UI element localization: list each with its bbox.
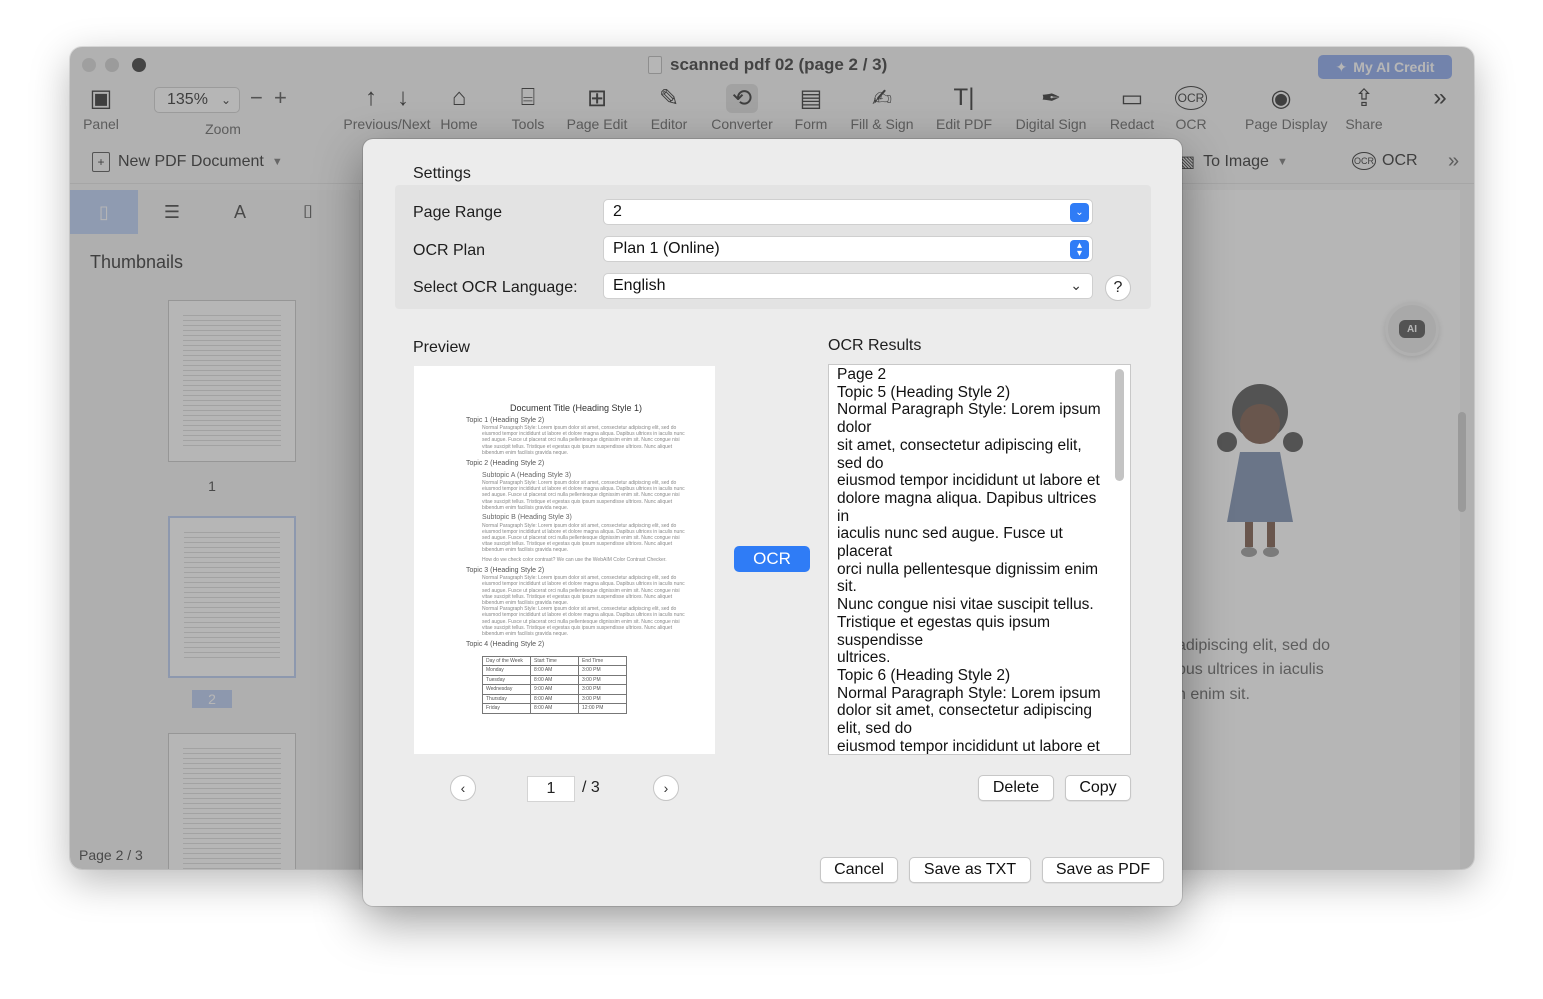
- chevron-down-icon: ⌄: [1070, 277, 1082, 293]
- results-scrollbar[interactable]: [1115, 369, 1124, 481]
- preview-subheading: Subtopic A (Heading Style 3): [482, 471, 572, 479]
- preview-subheading: Subtopic B (Heading Style 3): [482, 514, 572, 522]
- copy-button[interactable]: Copy: [1065, 775, 1131, 801]
- preview-paragraph: Normal Paragraph Style: Lorem ipsum dolo…: [482, 606, 685, 638]
- preview-paragraph: Normal Paragraph Style: Lorem ipsum dolo…: [482, 522, 685, 554]
- ocr-dialog: Settings Page Range 2 ⌄ OCR Plan Plan 1 …: [363, 139, 1182, 906]
- run-ocr-button[interactable]: OCR: [734, 546, 810, 572]
- table-cell: Wednesday: [482, 684, 531, 695]
- table-cell: 3:00 PM: [578, 693, 627, 705]
- table-cell: End Time: [578, 655, 627, 667]
- ocr-results-title: OCR Results: [828, 337, 922, 354]
- table-cell: Friday: [482, 703, 531, 714]
- preview-paragraph: Normal Paragraph Style: Lorem ipsum dolo…: [482, 575, 685, 607]
- page-range-label: Page Range: [413, 204, 502, 221]
- ocr-plan-label: OCR Plan: [413, 242, 486, 259]
- table-cell: 3:00 PM: [578, 684, 627, 695]
- table-cell: 8:00 AM: [530, 665, 579, 676]
- save-as-pdf-button[interactable]: Save as PDF: [1042, 857, 1164, 883]
- preview-paragraph: How do we check color contrast? We can u…: [482, 556, 667, 563]
- table-cell: 8:00 AM: [530, 693, 579, 705]
- table-cell: 12:00 PM: [578, 703, 627, 714]
- next-page-button[interactable]: ›: [653, 775, 679, 801]
- preview-heading: Topic 3 (Heading Style 2): [466, 566, 545, 574]
- preview-pane: Document Title (Heading Style 1) Topic 1…: [414, 366, 715, 754]
- ocr-plan-select[interactable]: Plan 1 (Online) ▴ ▾: [603, 236, 1093, 262]
- table-cell: 3:00 PM: [578, 674, 627, 686]
- chevron-right-icon: ›: [663, 780, 669, 796]
- table-cell: 8:00 AM: [530, 703, 579, 714]
- preview-paragraph: Normal Paragraph Style: Lorem ipsum dolo…: [482, 425, 685, 456]
- preview-heading: Topic 2 (Heading Style 2): [466, 460, 545, 468]
- table-cell: Start Time: [530, 655, 579, 667]
- preview-heading: Topic 4 (Heading Style 2): [466, 641, 545, 649]
- previous-page-button[interactable]: ‹: [450, 775, 476, 801]
- table-cell: Day of the Week: [482, 655, 531, 667]
- preview-paragraph: Normal Paragraph Style: Lorem ipsum dolo…: [482, 480, 685, 511]
- ocr-results-textarea[interactable]: Page 2 Topic 5 (Heading Style 2) Normal …: [828, 364, 1131, 755]
- preview-document: Document Title (Heading Style 1) Topic 1…: [466, 404, 686, 714]
- table-cell: 9:00 AM: [530, 684, 579, 695]
- up-down-stepper-icon: ▴ ▾: [1070, 240, 1089, 259]
- chevron-down-icon: ⌄: [1070, 203, 1089, 222]
- preview-title: Preview: [413, 339, 470, 356]
- table-cell: Tuesday: [482, 674, 531, 686]
- table-cell: Thursday: [482, 693, 531, 705]
- delete-button[interactable]: Delete: [978, 775, 1054, 801]
- cancel-button[interactable]: Cancel: [820, 857, 898, 883]
- help-button[interactable]: ?: [1105, 275, 1131, 301]
- page-total: / 3: [582, 779, 600, 796]
- chevron-left-icon: ‹: [460, 780, 466, 796]
- settings-title: Settings: [413, 165, 471, 182]
- ocr-results-text: Page 2 Topic 5 (Heading Style 2) Normal …: [837, 366, 1101, 755]
- table-cell: Monday: [482, 665, 531, 676]
- save-as-txt-button[interactable]: Save as TXT: [909, 857, 1031, 883]
- ocr-language-select[interactable]: English ⌄: [603, 273, 1093, 299]
- page-number-input[interactable]: 1: [527, 776, 575, 802]
- ocr-language-label: Select OCR Language:: [413, 279, 578, 296]
- preview-heading: Topic 1 (Heading Style 2): [466, 416, 545, 424]
- table-cell: 8:00 AM: [530, 674, 579, 686]
- preview-doc-title: Document Title (Heading Style 1): [509, 403, 643, 413]
- preview-table: Day of the Week Start Time End Time Monday…: [482, 655, 627, 714]
- page-range-select[interactable]: 2 ⌄: [603, 199, 1093, 225]
- table-cell: 3:00 PM: [578, 665, 627, 676]
